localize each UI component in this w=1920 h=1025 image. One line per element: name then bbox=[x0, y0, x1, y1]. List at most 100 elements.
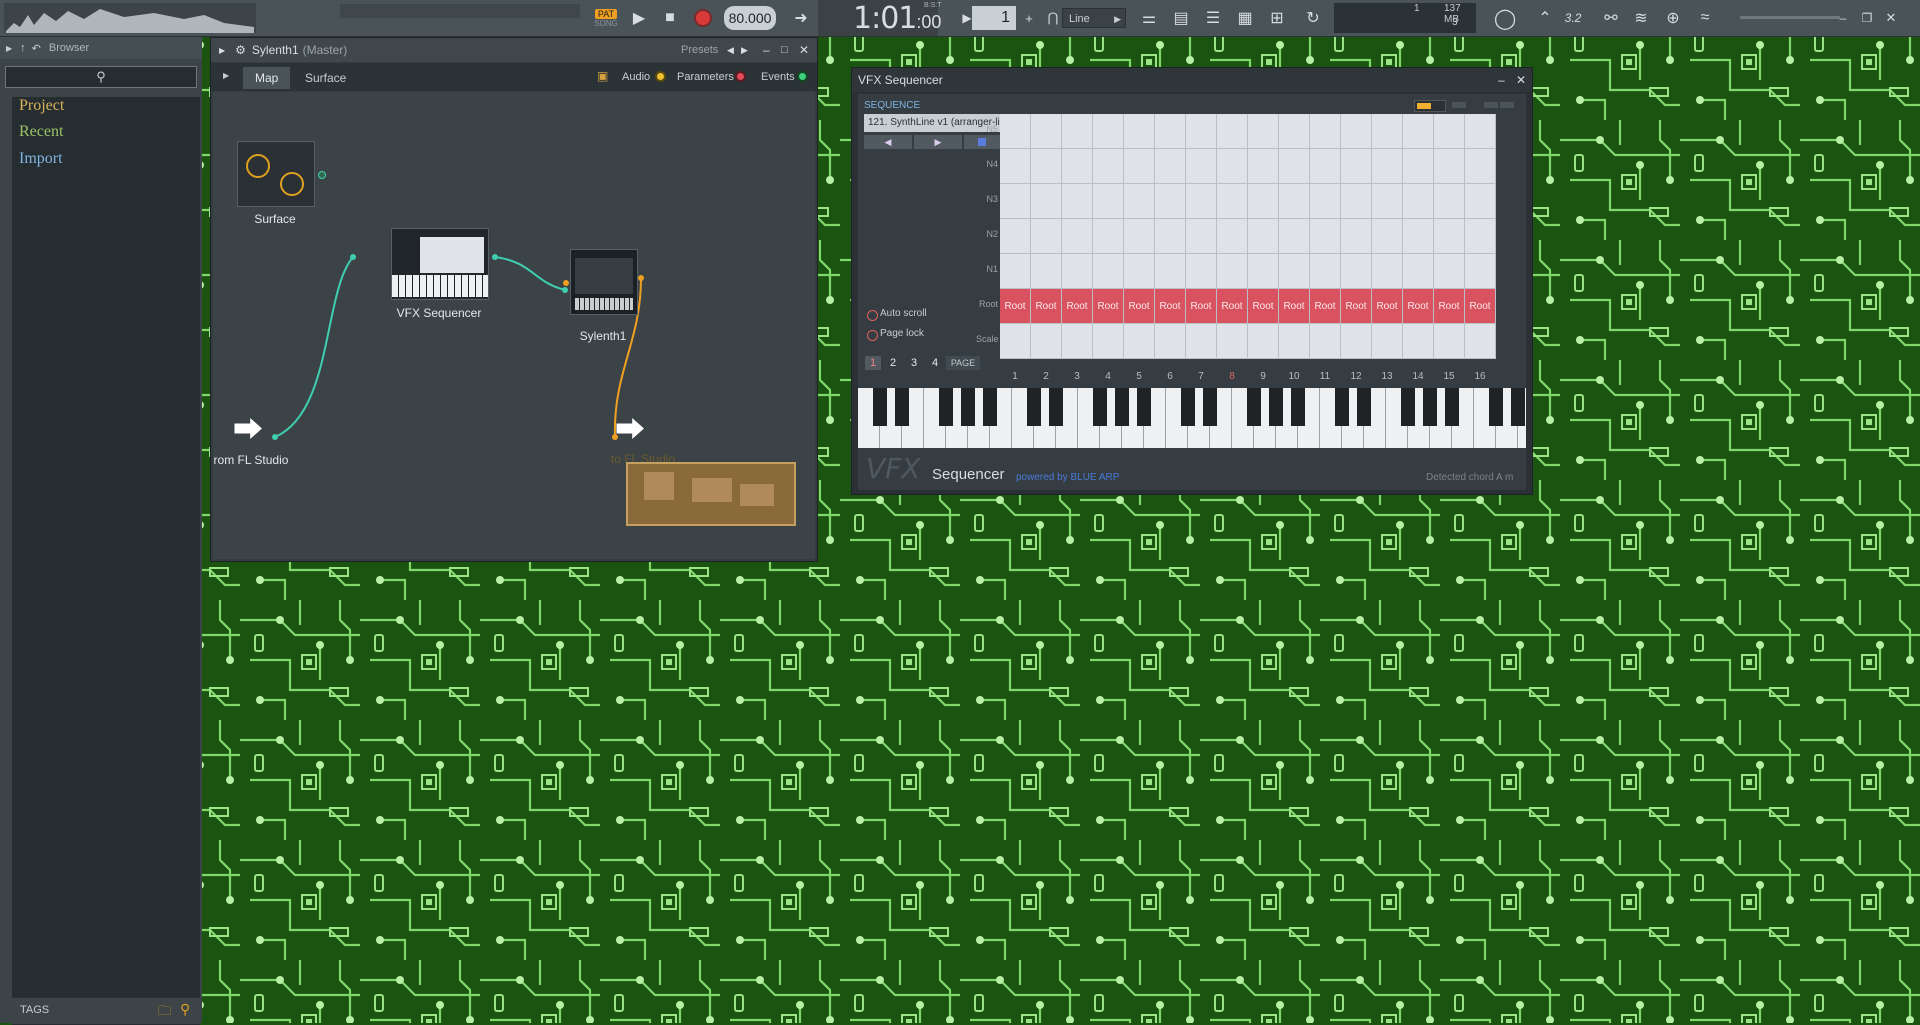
snap-select[interactable]: Line ▶ bbox=[1062, 8, 1126, 28]
grid-cell[interactable]: Root bbox=[1465, 289, 1496, 324]
black-key[interactable] bbox=[1137, 388, 1151, 426]
grid-cell[interactable] bbox=[1186, 254, 1217, 289]
up-arrow-icon[interactable]: ↑ bbox=[20, 42, 26, 54]
auto-scroll-checkbox[interactable] bbox=[867, 310, 878, 321]
grid-cell[interactable] bbox=[1465, 324, 1496, 359]
input-arrow-icon[interactable]: ⮕ bbox=[233, 413, 273, 449]
grid-cell[interactable] bbox=[1155, 114, 1186, 149]
black-key[interactable] bbox=[1511, 388, 1525, 426]
minimize-icon[interactable]: – bbox=[763, 43, 770, 57]
grid-cell[interactable] bbox=[1124, 149, 1155, 184]
grid-cell[interactable] bbox=[1217, 184, 1248, 219]
page-label[interactable]: PAGE bbox=[946, 356, 980, 370]
grid-cell[interactable] bbox=[1031, 149, 1062, 184]
grid-cell[interactable] bbox=[1186, 184, 1217, 219]
add-plugin-icon[interactable]: ⊕ bbox=[1662, 7, 1684, 29]
grid-cell[interactable]: Root bbox=[1403, 289, 1434, 324]
page-button-3[interactable]: 3 bbox=[906, 356, 922, 370]
channel-rack-icon[interactable]: ▤ bbox=[1170, 7, 1192, 29]
pattern-selector[interactable]: 1 bbox=[972, 6, 1016, 30]
browser-search-input[interactable]: ⚲ bbox=[5, 66, 197, 88]
grid-cell[interactable] bbox=[1403, 149, 1434, 184]
grid-cell[interactable] bbox=[1093, 324, 1124, 359]
grid-cell[interactable] bbox=[1279, 324, 1310, 359]
grid-cell[interactable] bbox=[1279, 184, 1310, 219]
piano-keyboard[interactable] bbox=[858, 388, 1526, 448]
grid-cell[interactable] bbox=[1403, 219, 1434, 254]
grid-cell[interactable] bbox=[1217, 254, 1248, 289]
black-key[interactable] bbox=[1357, 388, 1371, 426]
grid-cell[interactable] bbox=[1279, 254, 1310, 289]
grid-cell[interactable] bbox=[1465, 219, 1496, 254]
grid-cell[interactable] bbox=[1310, 254, 1341, 289]
map-icon[interactable]: ▣ bbox=[597, 69, 608, 83]
browser-item-project[interactable]: Project bbox=[19, 97, 64, 115]
view-toggle-buttons[interactable] bbox=[1414, 100, 1518, 112]
minimize-icon[interactable]: – bbox=[1832, 7, 1854, 29]
grid-cell[interactable] bbox=[1279, 219, 1310, 254]
tab-surface[interactable]: Surface bbox=[305, 71, 346, 85]
grid-cell[interactable] bbox=[1310, 324, 1341, 359]
link-icon[interactable]: ⚯ bbox=[1600, 7, 1622, 29]
grid-cell[interactable] bbox=[1279, 149, 1310, 184]
pitch-icon[interactable]: ⌃ bbox=[1534, 7, 1556, 29]
preset-next-icon[interactable]: ▶ bbox=[741, 45, 748, 56]
grid-cell[interactable] bbox=[1248, 184, 1279, 219]
grid-cell[interactable]: Root bbox=[1000, 289, 1031, 324]
grid-cell[interactable] bbox=[1062, 219, 1093, 254]
grid-cell[interactable] bbox=[1217, 219, 1248, 254]
black-key[interactable] bbox=[1115, 388, 1129, 426]
circle-icon[interactable]: ◯ bbox=[1494, 7, 1516, 30]
black-key[interactable] bbox=[1269, 388, 1283, 426]
grid-cell[interactable] bbox=[1341, 114, 1372, 149]
grid-cell[interactable] bbox=[1465, 149, 1496, 184]
grid-cell[interactable] bbox=[1248, 219, 1279, 254]
arrow-right-icon[interactable]: ➜ bbox=[790, 7, 812, 29]
grid-cell[interactable] bbox=[1155, 324, 1186, 359]
black-key[interactable] bbox=[939, 388, 953, 426]
grid-cell[interactable] bbox=[1217, 324, 1248, 359]
grid-cell[interactable] bbox=[1155, 219, 1186, 254]
black-key[interactable] bbox=[1335, 388, 1349, 426]
record-icon[interactable] bbox=[692, 7, 714, 29]
grid-cell[interactable] bbox=[1341, 324, 1372, 359]
grid-cell[interactable] bbox=[1217, 114, 1248, 149]
black-key[interactable] bbox=[873, 388, 887, 426]
grid-cell[interactable] bbox=[1031, 184, 1062, 219]
chevron-right-icon[interactable]: ▶ bbox=[223, 71, 229, 80]
grid-cell[interactable] bbox=[1310, 219, 1341, 254]
presets-label[interactable]: Presets bbox=[681, 44, 718, 56]
surface-node[interactable] bbox=[237, 141, 315, 207]
grid-cell[interactable] bbox=[1434, 324, 1465, 359]
vfx-sequencer-node[interactable] bbox=[391, 228, 489, 300]
grid-cell[interactable] bbox=[1000, 219, 1031, 254]
grid-cell[interactable] bbox=[1465, 254, 1496, 289]
grid-cell[interactable] bbox=[1093, 254, 1124, 289]
browser-tree-icon[interactable]: ⊞ bbox=[1266, 7, 1288, 29]
browser-item-recent[interactable]: Recent bbox=[19, 123, 63, 141]
grid-cell[interactable] bbox=[1372, 254, 1403, 289]
grid-cell[interactable] bbox=[1341, 219, 1372, 254]
grid-cell[interactable] bbox=[1155, 184, 1186, 219]
black-key[interactable] bbox=[1489, 388, 1503, 426]
grid-cell[interactable] bbox=[1186, 324, 1217, 359]
playlist-icon[interactable]: ▦ bbox=[1234, 7, 1256, 29]
black-key[interactable] bbox=[1181, 388, 1195, 426]
grid-cell[interactable] bbox=[1403, 114, 1434, 149]
grid-cell[interactable]: Root bbox=[1372, 289, 1403, 324]
page-button-2[interactable]: 2 bbox=[885, 356, 901, 370]
grid-cell[interactable]: Root bbox=[1093, 289, 1124, 324]
black-key[interactable] bbox=[1049, 388, 1063, 426]
grid-cell[interactable] bbox=[1093, 219, 1124, 254]
grid-cell[interactable]: Root bbox=[1279, 289, 1310, 324]
black-key[interactable] bbox=[1027, 388, 1041, 426]
grid-cell[interactable] bbox=[1186, 114, 1217, 149]
grid-cell[interactable] bbox=[1403, 254, 1434, 289]
wave-icon[interactable]: ≋ bbox=[1630, 7, 1652, 29]
grid-cell[interactable] bbox=[1310, 149, 1341, 184]
grid-cell[interactable] bbox=[1124, 184, 1155, 219]
black-key[interactable] bbox=[961, 388, 975, 426]
sylenth-node[interactable] bbox=[570, 249, 638, 315]
grid-cell[interactable] bbox=[1372, 324, 1403, 359]
grid-cell[interactable] bbox=[1248, 324, 1279, 359]
